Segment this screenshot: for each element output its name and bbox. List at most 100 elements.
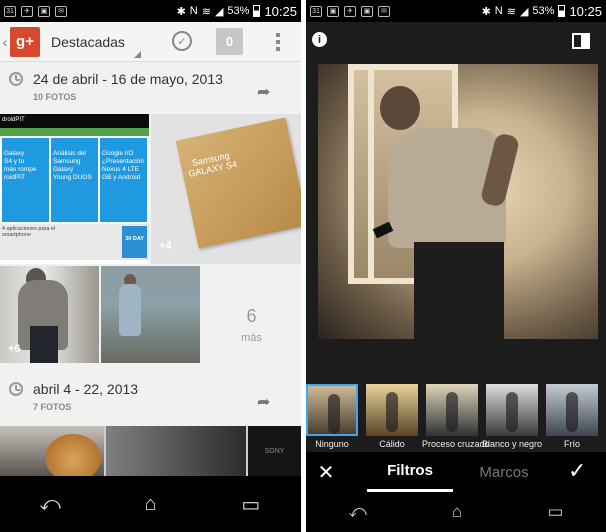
brand-label: SONY <box>264 448 285 455</box>
website-headline: Google I/O ¿Presentación Nexus 4 LTE GB … <box>100 138 147 222</box>
website-header: droidPIT <box>0 114 149 128</box>
action-bar: ‹ g+ Destacadas ✓ 0 <box>0 22 301 62</box>
clock-icon <box>9 382 23 396</box>
close-icon[interactable]: ✕ <box>306 460 346 485</box>
signal-icon: ◢ <box>519 5 529 18</box>
bluetooth-icon: ✱ <box>176 5 186 18</box>
google-plus-logo[interactable]: g+ <box>10 26 40 57</box>
tab-marcos[interactable]: Marcos <box>469 452 539 492</box>
screenshot-root: 31 ✈ ▣ ✉ ✱ N ≋ ◢ 53% 10:25 ‹ g+ Destacad… <box>0 0 606 532</box>
bluetooth-icon: ✱ <box>481 5 491 18</box>
filter-ninguno[interactable]: Ninguno <box>306 384 358 450</box>
section-date-range: 24 de abril - 16 de mayo, 2013 <box>33 71 223 87</box>
filter-proceso-cruzado[interactable]: Proceso cruzado <box>422 384 490 450</box>
status-bar-right: ✱ N ≋ ◢ 53% 10:25 <box>177 4 297 19</box>
recent-apps-icon[interactable]: ▭ <box>547 502 563 522</box>
notification-icon: ▣ <box>327 5 339 17</box>
notification-icon: ✈ <box>21 5 33 17</box>
filter-thumbnail <box>366 384 418 436</box>
right-phone: 31 ▣ ✈ ▣ ✉ ✱ N ≋ ◢ 53% 10:25 i Ninguno C… <box>306 0 606 532</box>
notification-icon: ✈ <box>344 5 356 17</box>
person-body-shape <box>119 284 141 336</box>
filter-thumbnail <box>546 384 598 436</box>
filter-label: Blanco y negro <box>482 439 543 449</box>
website-banner: 30 DAY <box>122 226 147 258</box>
album-spinner[interactable]: Destacadas <box>51 34 141 58</box>
filter-label: Cálido <box>379 439 405 449</box>
wifi-icon: ≋ <box>201 5 211 18</box>
notification-icon: ✉ <box>378 5 390 17</box>
photo-tile[interactable]: Samsung GALAXY S4 +4 <box>151 114 301 264</box>
cookie-image <box>45 434 101 476</box>
filter-strip: Ninguno Cálido Proceso cruzado Blanco y … <box>306 384 606 450</box>
calendar-icon: 31 <box>4 5 16 17</box>
nfc-icon: N <box>189 5 198 17</box>
window-frame-shape <box>368 64 374 284</box>
filter-thumbnail <box>426 384 478 436</box>
select-check-icon[interactable]: ✓ <box>172 31 192 51</box>
confirm-check-icon[interactable]: ✓ <box>568 458 586 484</box>
filter-thumbnail <box>306 384 358 436</box>
wifi-icon: ≋ <box>506 5 516 18</box>
section-photo-count: 7 FOTOS <box>33 402 72 412</box>
battery-percent: 53% <box>532 5 555 17</box>
compare-icon[interactable] <box>572 33 590 49</box>
share-icon[interactable]: ➦ <box>257 82 270 102</box>
photo-tile[interactable]: +6 <box>0 266 99 363</box>
menu-dot <box>276 33 280 37</box>
recent-apps-icon[interactable]: ▭ <box>231 492 271 517</box>
status-bar-right: ✱ N ≋ ◢ 53% 10:25 <box>482 4 602 19</box>
battery-icon <box>558 5 566 17</box>
person-head-shape <box>380 86 420 130</box>
battery-icon <box>253 5 261 17</box>
more-photos-badge: +4 <box>159 240 172 252</box>
info-icon[interactable]: i <box>312 32 327 47</box>
notification-icon: ▣ <box>361 5 373 17</box>
website-nav <box>0 128 149 136</box>
filter-calido[interactable]: Cálido <box>366 384 418 450</box>
photo-tile[interactable]: droidPIT Galaxy S4 y tu más rompe roidPI… <box>0 114 149 264</box>
status-bar: 31 ▣ ✈ ▣ ✉ ✱ N ≋ ◢ 53% 10:25 <box>306 0 606 22</box>
selection-count-badge[interactable]: 0 <box>216 28 243 55</box>
filter-frio[interactable]: Frío <box>546 384 598 450</box>
section-header: 24 de abril - 16 de mayo, 2013 10 FOTOS … <box>0 64 301 114</box>
notification-icon: ▣ <box>38 5 50 17</box>
person-legs-shape <box>30 326 58 363</box>
editor-toolbar: ✕ Filtros Marcos ✓ <box>306 452 606 492</box>
tab-filtros[interactable]: Filtros <box>367 452 453 492</box>
share-icon[interactable]: ➦ <box>257 392 270 412</box>
section-photo-count: 10 FOTOS <box>33 92 77 102</box>
notification-icon: ✉ <box>55 5 67 17</box>
more-photos-text: más <box>241 332 262 344</box>
more-photos-number: 6 <box>246 306 257 326</box>
website-headline: 4 aplicaciones para el smartphone <box>2 226 56 238</box>
filter-label: Ninguno <box>315 439 349 449</box>
overflow-menu-icon[interactable] <box>271 30 285 54</box>
photo-tile[interactable] <box>101 266 200 363</box>
status-bar: 31 ✈ ▣ ✉ ✱ N ≋ ◢ 53% 10:25 <box>0 0 301 22</box>
home-icon[interactable]: ⌂ <box>130 493 170 516</box>
back-icon[interactable]: ⤺ <box>30 493 70 516</box>
photo-tile[interactable]: SONY <box>248 426 301 476</box>
section-date-range: abril 4 - 22, 2013 <box>33 381 139 397</box>
clock-time: 10:25 <box>264 3 297 19</box>
up-caret-icon[interactable]: ‹ <box>0 34 10 50</box>
home-icon[interactable]: ⌂ <box>452 502 462 522</box>
website-headline: Análisis del Samsung Galaxy Young DUOS <box>51 138 98 222</box>
clock-time: 10:25 <box>569 3 602 19</box>
signal-icon: ◢ <box>214 5 224 18</box>
filter-label: Frío <box>563 439 580 449</box>
clock-icon <box>9 72 23 86</box>
filter-blanco-y-negro[interactable]: Blanco y negro <box>482 384 542 450</box>
more-photos-tile[interactable]: 6 más <box>202 266 301 363</box>
website-footer: 4 aplicaciones para el smartphone 30 DAY <box>0 224 149 260</box>
section-photo-row[interactable]: SONY <box>0 426 301 476</box>
left-phone: 31 ✈ ▣ ✉ ✱ N ≋ ◢ 53% 10:25 ‹ g+ Destacad… <box>0 0 301 532</box>
section-header: abril 4 - 22, 2013 7 FOTOS ➦ <box>0 374 301 424</box>
battery-percent: 53% <box>227 5 250 17</box>
back-icon[interactable]: ⤺ <box>349 502 367 522</box>
product-box-image <box>175 117 301 249</box>
edited-photo <box>318 64 598 339</box>
photo-tile[interactable] <box>106 426 246 476</box>
calendar-icon: 31 <box>310 5 322 17</box>
